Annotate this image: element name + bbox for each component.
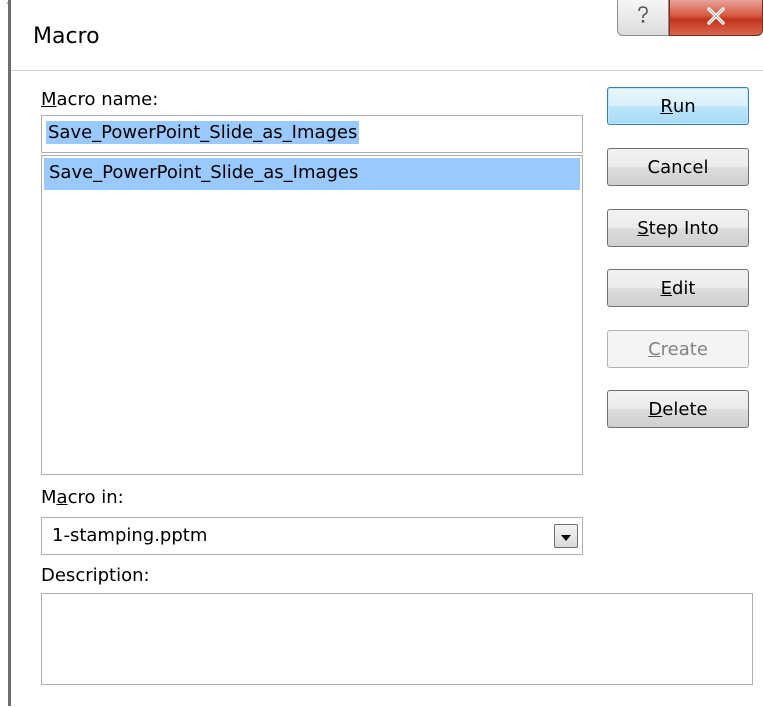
- macro-listbox[interactable]: Save_PowerPoint_Slide_as_Images: [41, 155, 583, 475]
- question-icon: [633, 4, 653, 31]
- macro-dialog: Macro Macro name: Save_PowerPoint_Slide_…: [0, 0, 763, 707]
- macro-in-value: 1-stamping.pptm: [52, 525, 208, 546]
- macro-name-label: Macro name:: [41, 89, 159, 110]
- macro-name-input[interactable]: Save_PowerPoint_Slide_as_Images: [41, 115, 583, 153]
- delete-button[interactable]: Delete: [607, 390, 749, 428]
- description-label: Description:: [41, 565, 150, 586]
- cancel-button[interactable]: Cancel: [607, 148, 749, 186]
- description-field[interactable]: [41, 593, 753, 685]
- chevron-down-icon: [560, 526, 572, 547]
- create-button[interactable]: Create: [607, 330, 749, 368]
- edit-button[interactable]: Edit: [607, 269, 749, 307]
- title-bar[interactable]: Macro: [11, 0, 763, 70]
- close-button[interactable]: [669, 0, 763, 36]
- run-button[interactable]: Run: [607, 87, 749, 125]
- macro-in-dropdown[interactable]: 1-stamping.pptm: [41, 517, 583, 555]
- dialog-body: Macro name: Save_PowerPoint_Slide_as_Ima…: [11, 70, 763, 707]
- macro-in-label: Macro in:: [41, 487, 124, 508]
- list-item[interactable]: Save_PowerPoint_Slide_as_Images: [44, 158, 580, 190]
- help-button[interactable]: [617, 0, 669, 36]
- window-title: Macro: [33, 24, 100, 49]
- macro-name-value: Save_PowerPoint_Slide_as_Images: [46, 121, 360, 144]
- close-x-icon: [706, 6, 726, 29]
- step-into-button[interactable]: Step Into: [607, 209, 749, 247]
- dropdown-arrow-button[interactable]: [554, 524, 578, 548]
